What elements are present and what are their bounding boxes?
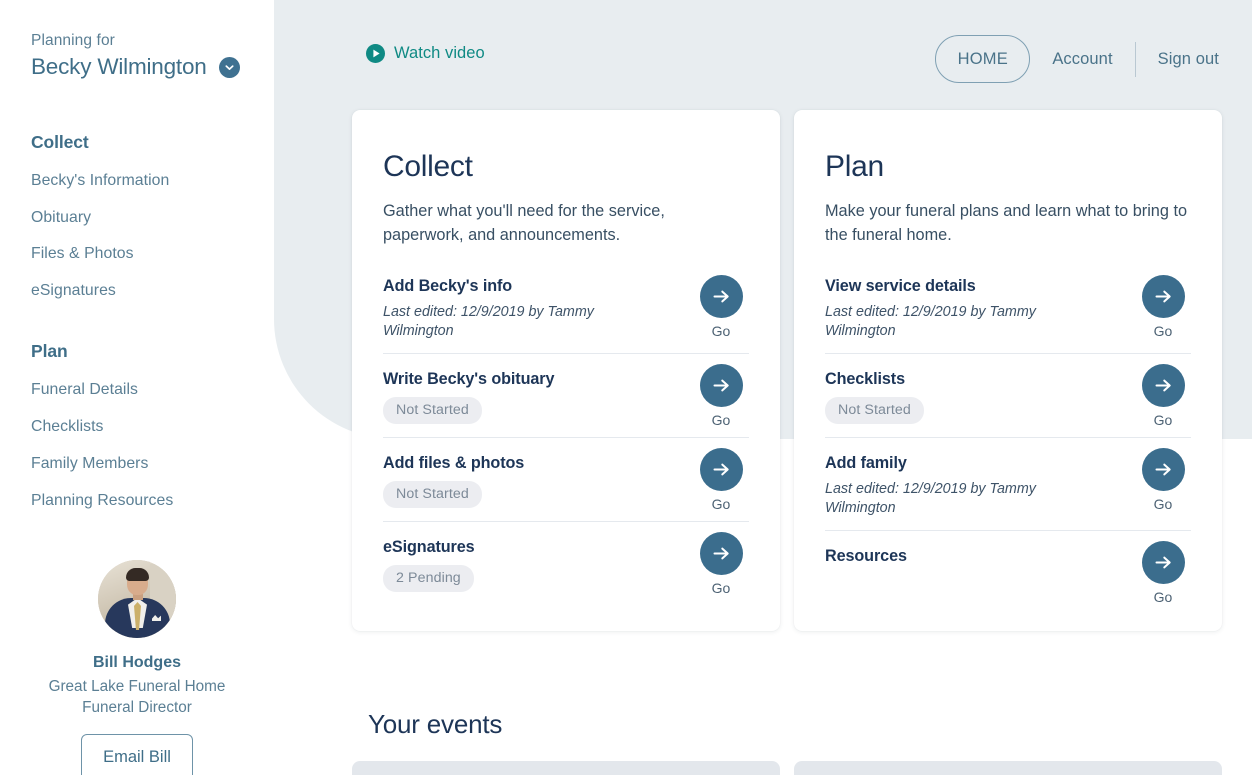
event-card[interactable] xyxy=(794,761,1222,775)
event-card[interactable] xyxy=(352,761,780,775)
card-title: Plan xyxy=(825,150,884,183)
arrow-right-icon[interactable] xyxy=(1141,275,1185,318)
task-meta: Last edited: 12/9/2019 by Tammy Wilmingt… xyxy=(825,481,1036,516)
go-action[interactable]: Go xyxy=(693,364,749,428)
card-description: Make your funeral plans and learn what t… xyxy=(825,202,1188,244)
arrow-right-icon[interactable] xyxy=(1141,448,1185,492)
go-action[interactable]: Go xyxy=(1135,448,1191,512)
nav-divider xyxy=(1134,41,1136,77)
task-row[interactable]: Add files & photos Not Started Go xyxy=(383,437,749,521)
sidebar-item-obituary[interactable]: Obituary xyxy=(31,209,91,227)
task-row[interactable]: Resources Go xyxy=(825,530,1191,605)
tab-home[interactable]: HOME xyxy=(935,35,1031,83)
go-label: Go xyxy=(711,496,731,513)
go-label: Go xyxy=(1153,412,1173,429)
task-list: View service details Last edited: 12/9/2… xyxy=(825,265,1191,605)
task-row[interactable]: Checklists Not Started Go xyxy=(825,353,1191,437)
card-description: Gather what you'll need for the service,… xyxy=(383,202,665,244)
card-plan: Plan Make your funeral plans and learn w… xyxy=(794,110,1222,632)
sidebar: Planning for Becky Wilmington Collect Be… xyxy=(0,0,274,775)
sidebar-item-funeral-details[interactable]: Funeral Details xyxy=(31,381,138,399)
go-label: Go xyxy=(1153,323,1173,339)
go-action[interactable]: Go xyxy=(1135,364,1191,428)
status-badge: 2 Pending xyxy=(383,565,474,593)
watch-video-label: Watch video xyxy=(394,44,485,62)
card-collect: Collect Gather what you'll need for the … xyxy=(352,110,780,632)
go-label: Go xyxy=(711,412,731,429)
sidebar-item-beckys-information[interactable]: Becky's Information xyxy=(31,172,169,190)
app-root: Planning for Becky Wilmington Collect Be… xyxy=(0,0,1252,775)
status-badge: Not Started xyxy=(383,481,482,509)
card-title: Collect xyxy=(383,150,473,183)
go-label: Go xyxy=(1153,496,1173,513)
arrow-right-icon[interactable] xyxy=(1141,541,1185,585)
planning-for-name: Becky Wilmington xyxy=(31,54,207,79)
sign-out-link[interactable]: Sign out xyxy=(1158,50,1219,69)
task-row[interactable]: Write Becky's obituary Not Started Go xyxy=(383,353,749,437)
your-events-title: Your events xyxy=(368,709,503,739)
sidebar-item-family-members[interactable]: Family Members xyxy=(31,455,148,473)
arrow-right-icon[interactable] xyxy=(699,532,743,576)
email-director-button[interactable]: Email Bill xyxy=(81,734,193,775)
planning-for-selector[interactable]: Becky Wilmington xyxy=(31,54,240,80)
tab-account[interactable]: Account xyxy=(1052,50,1112,69)
arrow-right-icon[interactable] xyxy=(699,275,743,318)
avatar xyxy=(98,560,176,638)
task-list: Add Becky's info Last edited: 12/9/2019 … xyxy=(383,265,749,605)
go-action[interactable]: Go xyxy=(1135,541,1191,605)
go-label: Go xyxy=(1153,589,1173,606)
arrow-right-icon[interactable] xyxy=(699,448,743,492)
go-action[interactable]: Go xyxy=(693,448,749,512)
go-action[interactable]: Go xyxy=(1135,275,1191,339)
task-row[interactable]: Add family Last edited: 12/9/2019 by Tam… xyxy=(825,437,1191,530)
task-meta: Last edited: 12/9/2019 by Tammy Wilmingt… xyxy=(825,304,1036,339)
planning-for-label: Planning for xyxy=(31,32,115,49)
director-organization: Great Lake Funeral Home xyxy=(48,678,226,695)
arrow-right-icon[interactable] xyxy=(1141,364,1185,408)
sidebar-heading-collect: Collect xyxy=(31,132,89,152)
sidebar-item-files-photos[interactable]: Files & Photos xyxy=(31,245,134,263)
task-row[interactable]: Add Becky's info Last edited: 12/9/2019 … xyxy=(383,265,749,353)
sidebar-item-planning-resources[interactable]: Planning Resources xyxy=(31,492,173,510)
task-meta: Last edited: 12/9/2019 by Tammy Wilmingt… xyxy=(383,304,594,339)
go-action[interactable]: Go xyxy=(693,275,749,339)
status-badge: Not Started xyxy=(383,397,482,425)
director-role: Funeral Director xyxy=(82,699,192,716)
topbar: Watch video HOME Account Sign out xyxy=(274,0,1252,110)
top-navigation: HOME Account Sign out xyxy=(935,35,1219,83)
sidebar-heading-plan: Plan xyxy=(31,341,68,361)
watch-video-link[interactable]: Watch video xyxy=(366,44,485,63)
director-name: Bill Hodges xyxy=(92,654,181,671)
task-row[interactable]: eSignatures 2 Pending Go xyxy=(383,521,749,605)
sidebar-item-checklists[interactable]: Checklists xyxy=(31,418,103,436)
go-action[interactable]: Go xyxy=(693,532,749,596)
task-row[interactable]: View service details Last edited: 12/9/2… xyxy=(825,265,1191,353)
arrow-right-icon[interactable] xyxy=(699,364,743,408)
director-card: Bill Hodges Great Lake Funeral Home Fune… xyxy=(0,560,274,775)
play-circle-icon xyxy=(366,44,385,63)
status-badge: Not Started xyxy=(825,397,924,425)
dashboard-cards: Collect Gather what you'll need for the … xyxy=(352,110,1222,632)
go-label: Go xyxy=(711,323,731,339)
go-label: Go xyxy=(711,580,731,597)
sidebar-item-esignatures[interactable]: eSignatures xyxy=(31,282,116,300)
chevron-down-icon[interactable] xyxy=(218,56,240,78)
